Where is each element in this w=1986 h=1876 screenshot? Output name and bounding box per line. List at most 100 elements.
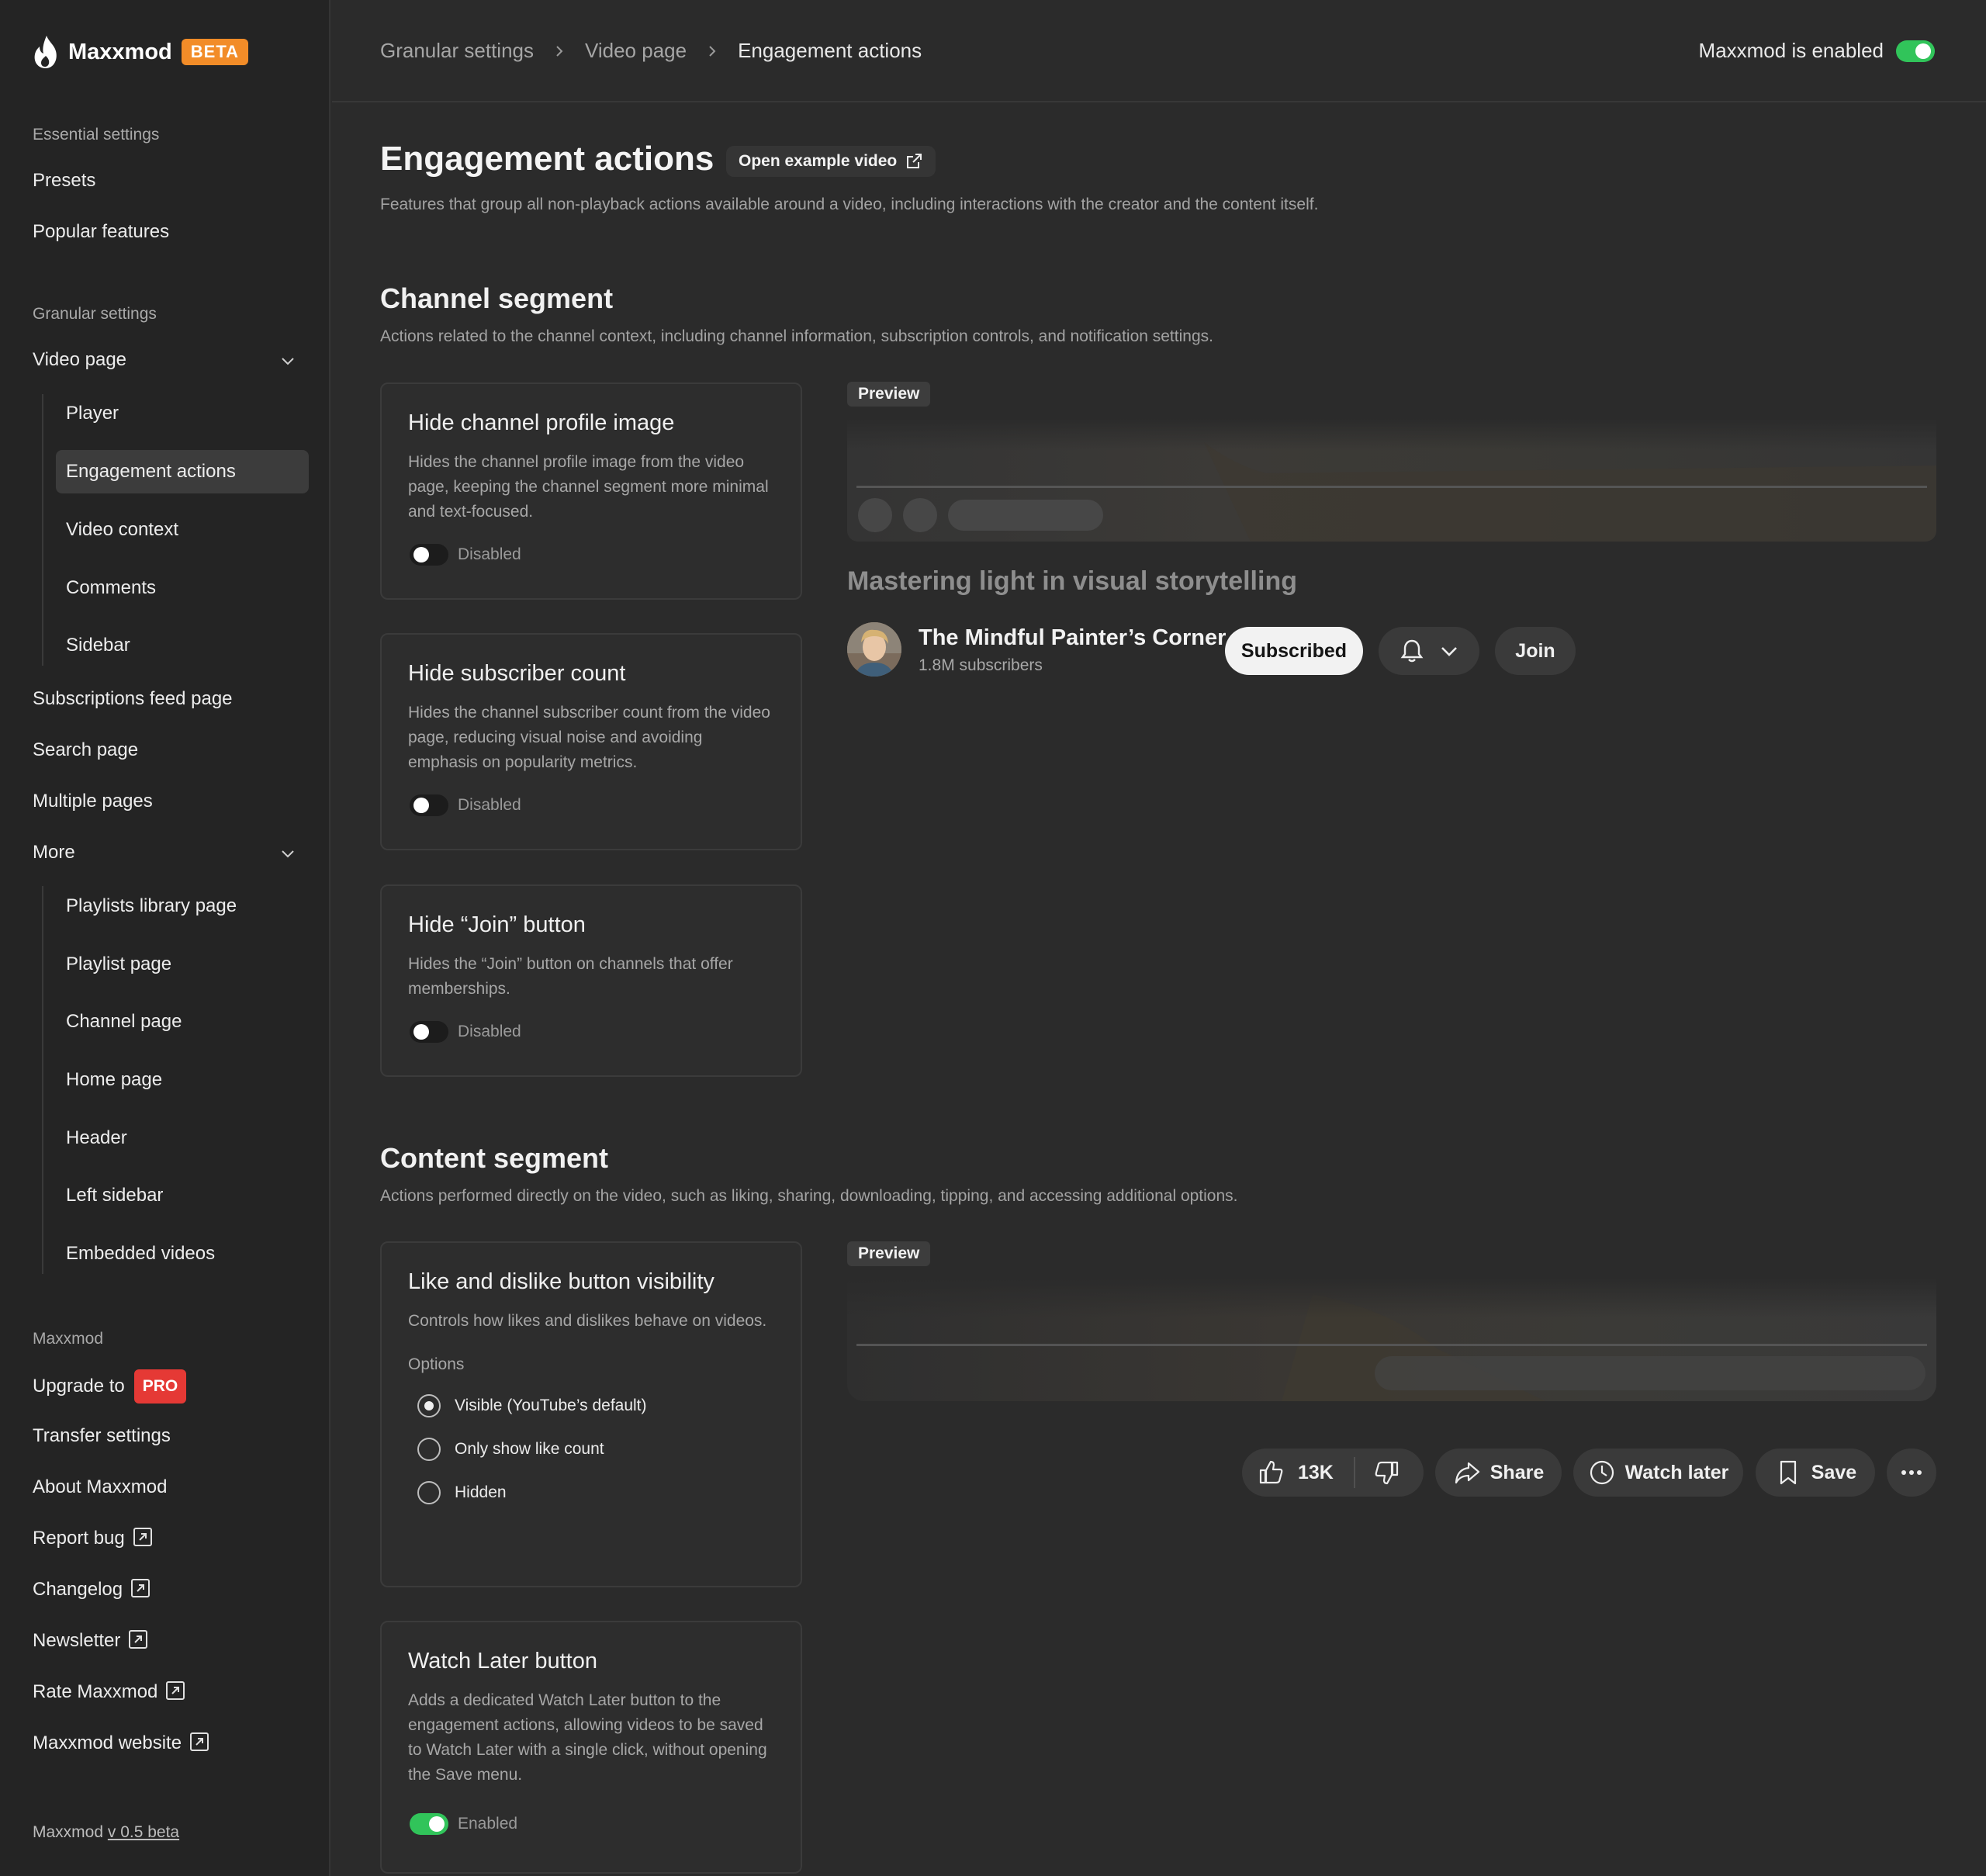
like-dislike-group: 13K <box>1242 1449 1424 1497</box>
join-button[interactable]: Join <box>1495 627 1576 675</box>
version-link[interactable]: v 0.5 beta <box>108 1823 179 1841</box>
card-toggle-row: Disabled <box>410 1021 521 1043</box>
breadcrumb-video-page[interactable]: Video page <box>585 39 687 63</box>
sidebar-item-multiple-pages[interactable]: Multiple pages <box>33 786 153 817</box>
sidebar-item-video-page[interactable]: Video page <box>33 344 296 376</box>
thumbs-down-icon[interactable] <box>1372 1459 1400 1487</box>
chevron-down-icon <box>1441 647 1457 656</box>
sidebar-item-video-context[interactable]: Video context <box>56 508 309 552</box>
sidebar-item-newsletter[interactable]: Newsletter <box>33 1625 148 1656</box>
like-button[interactable]: 13K <box>1258 1459 1334 1487</box>
like-count: 13K <box>1298 1461 1334 1483</box>
nav-guide-line <box>42 886 43 1274</box>
hide-join-button-toggle[interactable] <box>410 1021 448 1043</box>
external-link-icon <box>133 1528 152 1546</box>
sidebar-item-rate[interactable]: Rate Maxxmod <box>33 1677 185 1708</box>
subscribed-button[interactable]: Subscribed <box>1225 627 1363 675</box>
save-button[interactable]: Save <box>1756 1449 1875 1497</box>
brand[interactable]: Maxxmod BETA <box>31 33 249 71</box>
sidebar-item-label: Changelog <box>33 1579 123 1600</box>
content-segment-description: Actions performed directly on the video,… <box>380 1187 1238 1205</box>
essential-settings-title: Essential settings <box>33 126 160 144</box>
sidebar-item-engagement-actions[interactable]: Engagement actions <box>56 450 309 493</box>
bookmark-icon <box>1780 1460 1796 1485</box>
sidebar-item-embedded-videos[interactable]: Embedded videos <box>56 1232 309 1275</box>
sidebar-item-upgrade-pro[interactable]: Upgrade to PRO <box>33 1369 187 1404</box>
hide-profile-image-toggle[interactable] <box>410 544 448 566</box>
sidebar-item-label: Video page <box>33 349 127 370</box>
sidebar-item-left-sidebar[interactable]: Left sidebar <box>56 1174 309 1217</box>
sidebar-item-label: Newsletter <box>33 1630 121 1651</box>
open-example-video-button[interactable]: Open example video <box>726 146 936 177</box>
video-thumbnail-strip <box>847 419 1936 542</box>
more-actions-button[interactable] <box>1887 1449 1936 1497</box>
beta-badge: BETA <box>181 39 249 65</box>
sidebar-item-more[interactable]: More <box>33 837 296 868</box>
video-title: Mastering light in visual storytelling <box>847 566 1297 596</box>
sidebar-item-playlist-page[interactable]: Playlist page <box>56 943 309 986</box>
setting-card-hide-join-button: Hide “Join” button Hides the “Join” butt… <box>380 884 802 1077</box>
sidebar-item-website[interactable]: Maxxmod website <box>33 1728 209 1759</box>
sidebar-item-header[interactable]: Header <box>56 1116 309 1160</box>
channel-name[interactable]: The Mindful Painter’s Corner <box>919 625 1226 651</box>
sidebar-item-channel-page[interactable]: Channel page <box>56 1000 309 1044</box>
radio-hidden[interactable] <box>417 1481 441 1504</box>
pro-badge: PRO <box>133 1369 187 1404</box>
radio-visible[interactable] <box>417 1394 441 1417</box>
option-visible[interactable]: Visible (YouTube’s default) <box>417 1394 774 1417</box>
notification-bell-button[interactable] <box>1379 627 1479 675</box>
thumbs-up-icon <box>1259 1460 1283 1484</box>
hide-subscriber-count-toggle[interactable] <box>410 794 448 816</box>
sidebar-item-presets[interactable]: Presets <box>33 165 95 196</box>
external-link-icon <box>166 1681 185 1700</box>
sidebar-item-subscriptions-feed[interactable]: Subscriptions feed page <box>33 684 233 715</box>
chevron-right-icon <box>556 45 563 57</box>
clock-icon <box>1590 1460 1614 1485</box>
card-toggle-row: Disabled <box>410 544 521 566</box>
page-title: Engagement actions <box>380 140 714 178</box>
card-description: Adds a dedicated Watch Later button to t… <box>408 1691 767 1784</box>
option-hidden[interactable]: Hidden <box>417 1481 774 1504</box>
breadcrumb-current: Engagement actions <box>738 39 922 62</box>
toggle-state-label: Disabled <box>458 1023 521 1040</box>
watch-later-label: Watch later <box>1624 1461 1729 1483</box>
sidebar-item-sidebar[interactable]: Sidebar <box>56 624 309 667</box>
external-link-icon <box>129 1630 148 1649</box>
card-description: Hides the channel profile image from the… <box>408 453 769 521</box>
video-frame-image <box>847 1279 1936 1401</box>
toggle-state-label: Enabled <box>458 1815 518 1833</box>
flame-logo-icon <box>34 36 57 68</box>
top-bar: Granular settings Video page Engagement … <box>332 0 1986 102</box>
sidebar-item-popular-features[interactable]: Popular features <box>33 216 169 247</box>
sidebar-item-playlists-library[interactable]: Playlists library page <box>56 884 309 928</box>
sidebar-item-player[interactable]: Player <box>56 392 309 435</box>
sidebar-item-transfer-settings[interactable]: Transfer settings <box>33 1421 171 1452</box>
watch-later-button[interactable]: Watch later <box>1573 1449 1743 1497</box>
maxxmod-enabled-toggle[interactable] <box>1896 40 1935 62</box>
sidebar-item-home-page[interactable]: Home page <box>56 1058 309 1102</box>
version-prefix: Maxxmod <box>33 1823 104 1841</box>
channel-avatar[interactable] <box>847 622 901 677</box>
sidebar-item-comments[interactable]: Comments <box>56 566 309 610</box>
sidebar-item-report-bug[interactable]: Report bug <box>33 1523 153 1554</box>
video-frame-image <box>847 419 1936 542</box>
breadcrumb-granular-settings[interactable]: Granular settings <box>380 39 534 63</box>
share-button[interactable]: Share <box>1435 1449 1562 1497</box>
sidebar-item-about[interactable]: About Maxxmod <box>33 1472 167 1503</box>
option-only-like-count[interactable]: Only show like count <box>417 1438 774 1461</box>
sidebar-item-changelog[interactable]: Changelog <box>33 1574 151 1605</box>
options-label: Options <box>408 1355 465 1373</box>
radio-only-like-count[interactable] <box>417 1438 441 1461</box>
setting-card-hide-subscriber-count: Hide subscriber count Hides the channel … <box>380 633 802 850</box>
watch-later-toggle[interactable] <box>410 1813 448 1835</box>
card-title: Hide subscriber count <box>408 661 626 686</box>
sidebar-item-search-page[interactable]: Search page <box>33 735 138 766</box>
chevron-right-icon <box>709 45 716 57</box>
channel-segment-title: Channel segment <box>380 282 614 314</box>
card-title: Watch Later button <box>408 1649 597 1674</box>
option-label: Visible (YouTube’s default) <box>455 1397 647 1414</box>
content-segment-title: Content segment <box>380 1142 609 1174</box>
chevron-down-icon <box>282 358 294 365</box>
save-label: Save <box>1811 1461 1857 1483</box>
setting-card-watch-later-button: Watch Later button Adds a dedicated Watc… <box>380 1621 802 1874</box>
